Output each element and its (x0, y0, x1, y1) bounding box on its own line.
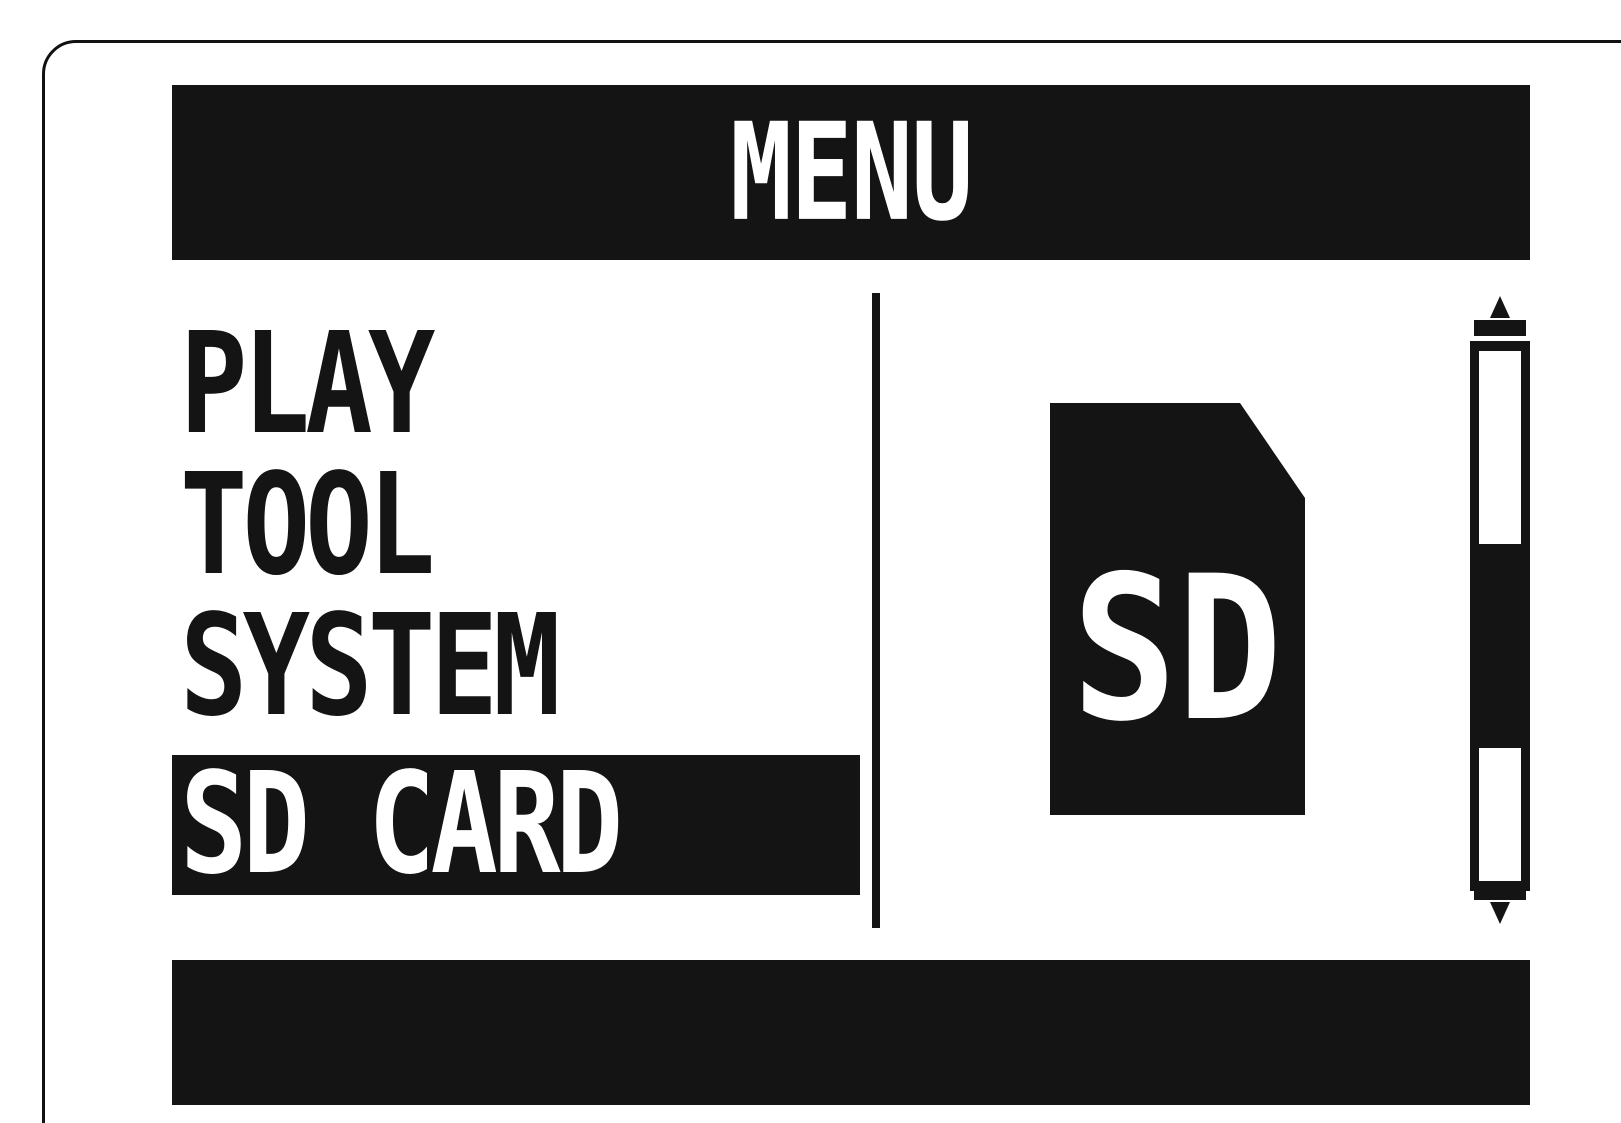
menu-item-label: SD CARD (180, 743, 623, 906)
menu-item-label: TOOL (180, 444, 435, 607)
menu-item-label: SYSTEM (180, 585, 561, 748)
menu-item-sd-card[interactable]: SD CARD (172, 755, 860, 895)
page-title: MENU (730, 93, 973, 252)
title-bar: MENU (172, 85, 1530, 260)
sd-card-icon-text: SD (1072, 534, 1282, 766)
scrollbar[interactable] (1470, 290, 1530, 930)
arrow-down-icon[interactable] (1474, 884, 1526, 924)
menu-item-tool[interactable]: TOOL (172, 444, 860, 607)
menu-item-system[interactable]: SYSTEM (172, 585, 860, 748)
sd-card-icon: SD (1050, 403, 1305, 815)
menu-item-label: PLAY (180, 303, 435, 466)
status-bar (172, 960, 1530, 1105)
menu-item-play[interactable]: PLAY (172, 303, 860, 466)
vertical-divider (872, 293, 880, 928)
arrow-up-icon[interactable] (1474, 296, 1526, 336)
scrollbar-thumb[interactable] (1474, 544, 1526, 748)
